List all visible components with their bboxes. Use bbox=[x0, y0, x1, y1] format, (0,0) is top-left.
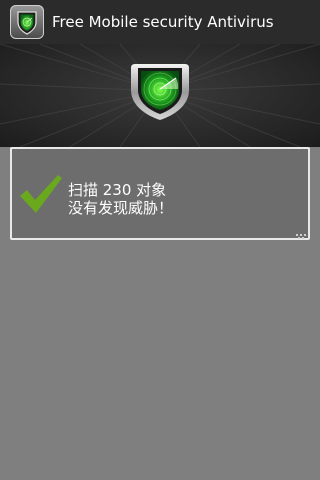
scan-result-card: 扫描 230 对象 没有发现威胁！ bbox=[10, 147, 310, 240]
app-title: Free Mobile security Antivirus bbox=[52, 13, 274, 31]
hero-banner bbox=[0, 44, 320, 147]
app-screen: Free Mobile security Antivirus 扫描 230 对象… bbox=[0, 0, 320, 480]
checkmark-icon bbox=[20, 175, 62, 213]
resize-grip-icon bbox=[296, 234, 306, 239]
radar-shield-icon[interactable] bbox=[127, 60, 193, 122]
title-bar: Free Mobile security Antivirus bbox=[0, 0, 320, 44]
no-threat-text: 没有发现威胁！ bbox=[68, 199, 174, 217]
radar-shield-icon[interactable] bbox=[10, 5, 44, 39]
